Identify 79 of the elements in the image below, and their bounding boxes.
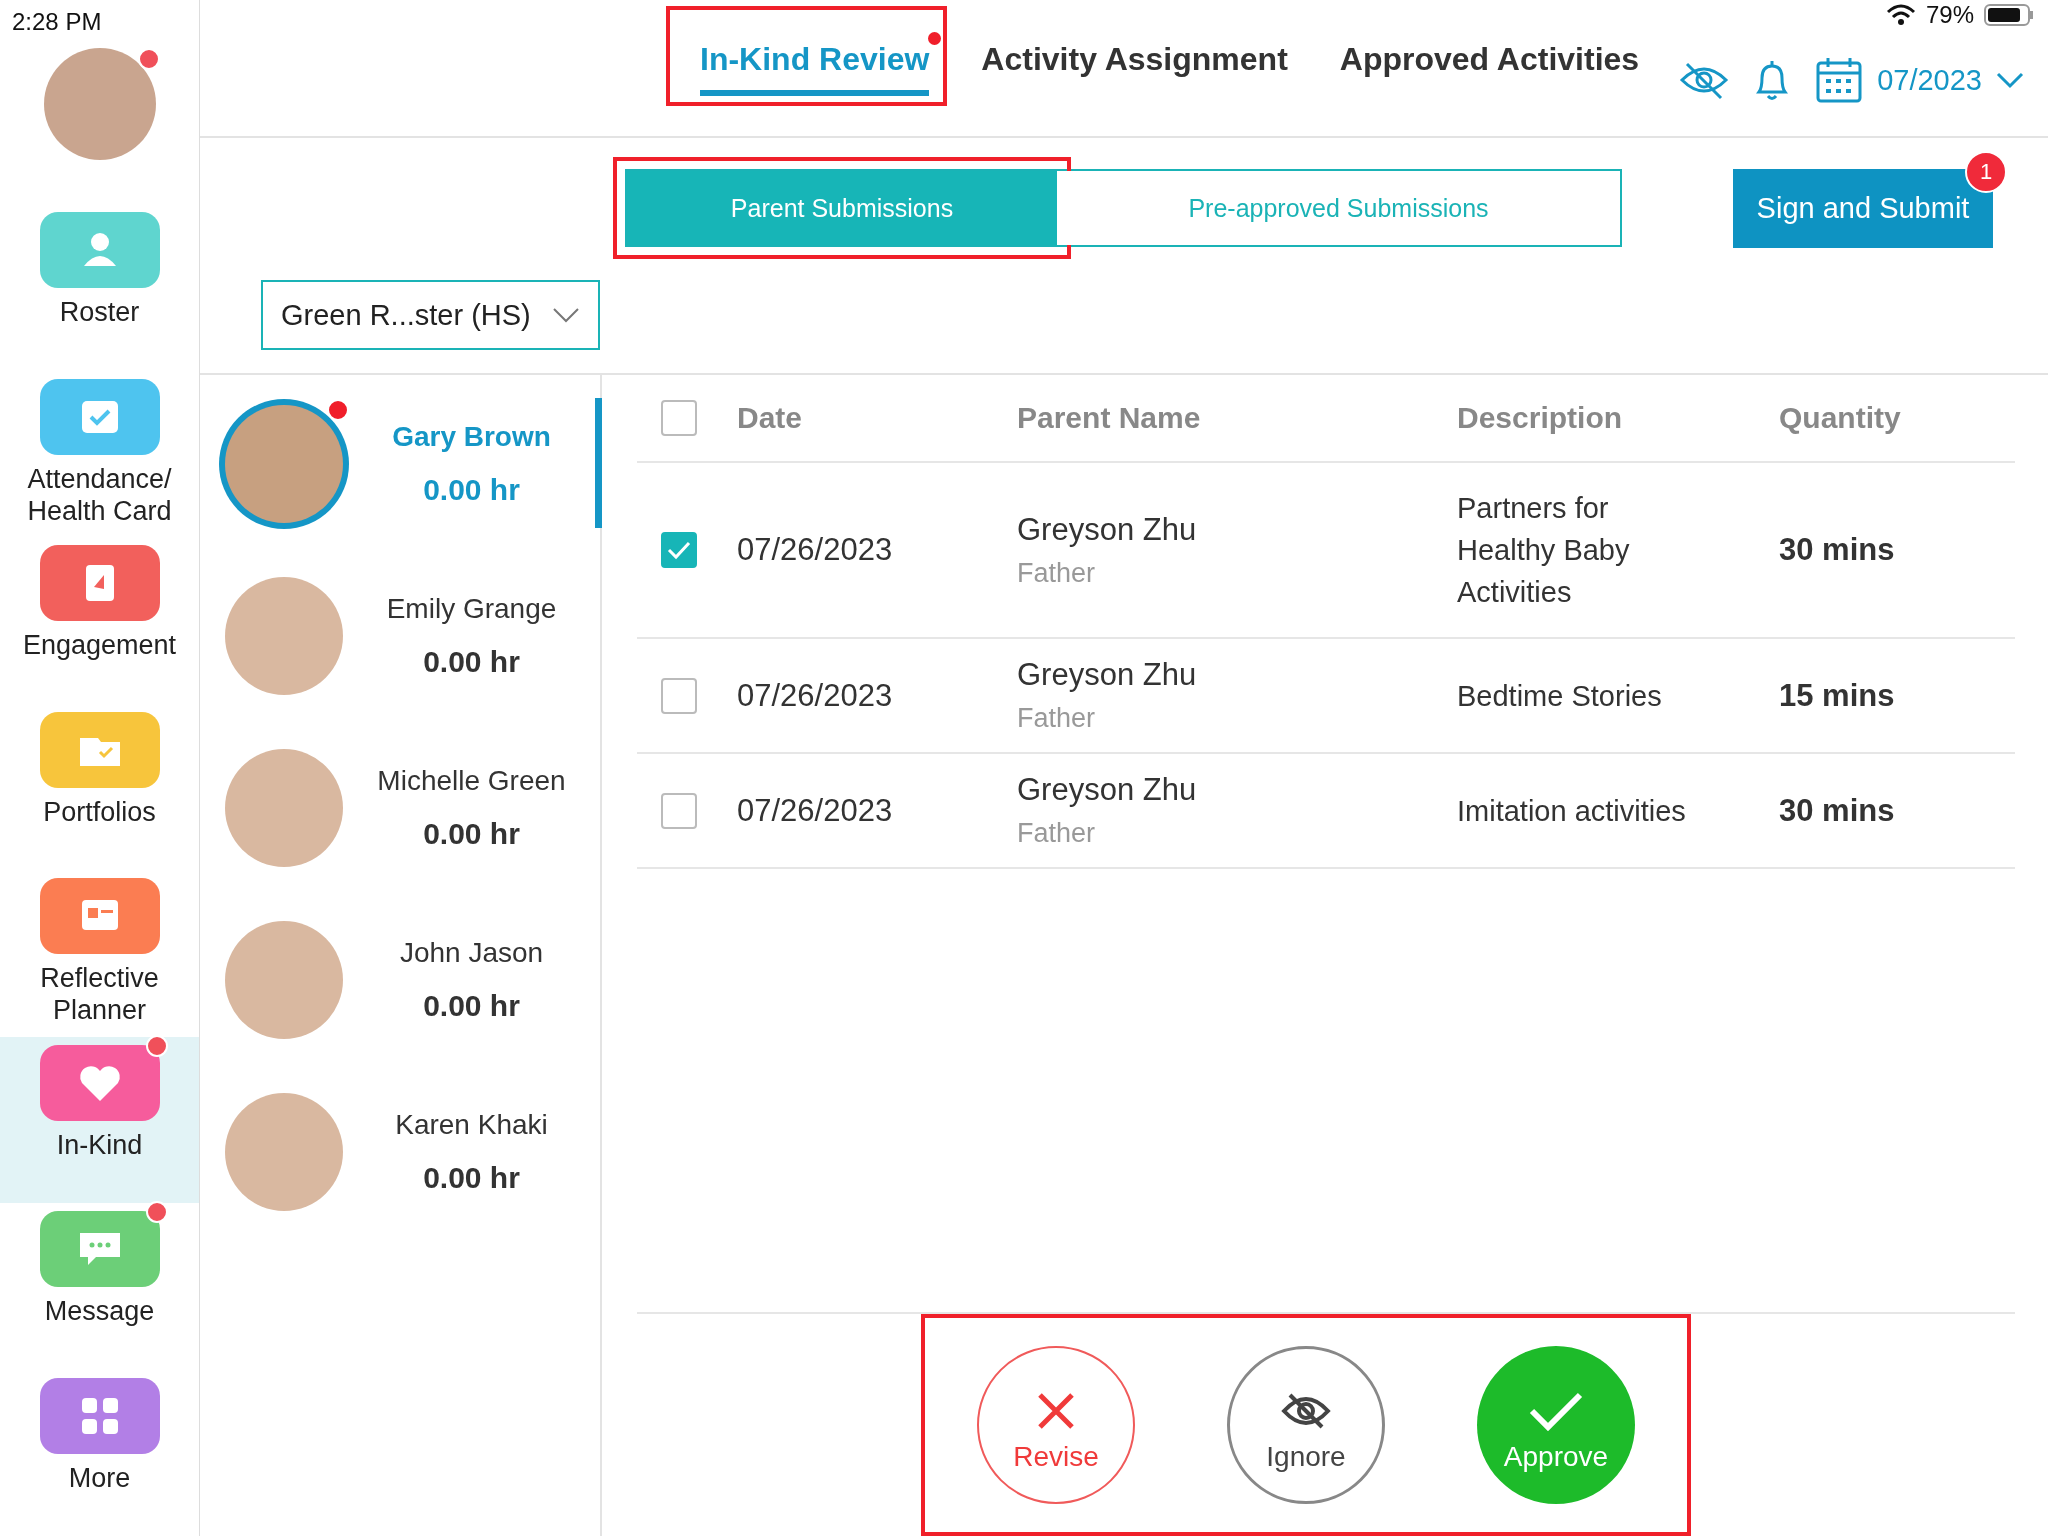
chevron-down-icon (552, 307, 580, 323)
parent-name: Greyson Zhu (1017, 511, 1198, 548)
student-item[interactable]: Karen Khaki 0.00 hr (200, 1066, 600, 1238)
status-time: 2:28 PM (11, 7, 102, 36)
close-icon (1036, 1391, 1076, 1431)
column-header: Description (1457, 401, 1624, 435)
chevron-down-icon[interactable] (1996, 71, 2024, 89)
sidebar-label: Portfolios (43, 795, 156, 828)
sidebar-label: Message (44, 1295, 155, 1327)
parent-relation: Father (1017, 557, 1097, 589)
student-name: Michelle Green (377, 765, 566, 797)
sidebar-item[interactable]: Attendance/ Health Card (0, 370, 199, 537)
date-cell-text: 07/26/2023 (737, 677, 894, 714)
parent-name: Greyson Zhu (1017, 657, 1198, 693)
parent-relation: Father (1017, 703, 1097, 734)
message-app-icon (39, 1211, 160, 1287)
roster-app-icon (39, 212, 160, 288)
sidebar-item[interactable]: Portfolios (0, 703, 199, 870)
sidebar-label: Roster (59, 296, 140, 328)
student-hours: 0.00 hr (423, 1161, 520, 1195)
check-icon (1528, 1391, 1584, 1431)
planner-app-icon (39, 878, 160, 954)
quantity-cell-text: 15 mins (1779, 677, 1896, 714)
inkind-app-icon (39, 1044, 160, 1121)
count-badge: 1 (1965, 150, 2007, 193)
attendance-app-icon (39, 378, 160, 455)
nav-tab[interactable]: Activity Assignment (981, 10, 1288, 96)
date-cell-text: 07/26/2023 (737, 532, 894, 568)
revise-button[interactable]: Revise (977, 1346, 1135, 1504)
battery-icon (1984, 3, 2034, 27)
student-item[interactable]: Emily Grange 0.00 hr (200, 550, 600, 722)
eye-slash-icon (1280, 1391, 1332, 1431)
description-cell-text: Bedtime Stories (1457, 678, 1663, 714)
engagement-app-icon (39, 545, 160, 621)
quantity-cell-text: 30 mins (1779, 792, 1896, 829)
column-header: Date (737, 401, 804, 435)
eye-slash-icon[interactable] (1679, 60, 1730, 100)
column-header: Parent Name (1017, 401, 1202, 435)
checkbox[interactable] (661, 792, 697, 829)
sidebar-item[interactable]: Roster (0, 204, 199, 371)
student-item[interactable]: John Jason 0.00 hr (200, 894, 600, 1066)
student-name: Karen Khaki (395, 1109, 548, 1141)
student-hours: 0.00 hr (423, 817, 520, 851)
sidebar-item[interactable]: Reflective Planner (0, 870, 199, 1037)
more-app-icon (39, 1377, 160, 1454)
sidebar-label: More (68, 1461, 131, 1494)
battery-percent: 79% (1925, 1, 1974, 29)
checkbox[interactable] (661, 400, 697, 436)
ignore-button[interactable]: Ignore (1227, 1346, 1385, 1504)
description-cell-text: Imitation activities (1457, 793, 1687, 829)
nav-tab[interactable]: Approved Activities (1339, 10, 1640, 96)
sidebar-item[interactable]: Engagement (0, 537, 199, 704)
portfolios-app-icon (39, 711, 160, 788)
student-hours: 0.00 hr (423, 645, 520, 679)
checkbox[interactable] (661, 532, 697, 568)
class-dropdown[interactable]: Green R...ster (HS) (261, 280, 600, 350)
sidebar-label: Engagement (22, 629, 177, 661)
calendar-icon[interactable] (1815, 56, 1864, 104)
student-name: John Jason (399, 937, 544, 969)
student-name: Gary Brown (392, 421, 551, 453)
student-name: Emily Grange (386, 593, 557, 625)
student-hours: 0.00 hr (423, 989, 520, 1023)
sidebar-label: Attendance/ Health Card (27, 462, 172, 527)
check-icon (667, 540, 691, 560)
sidebar-item[interactable]: More (0, 1369, 199, 1536)
description-cell-text: Partners for Healthy Baby Activities (1457, 491, 1631, 610)
checkbox[interactable] (661, 677, 697, 714)
sidebar-item[interactable]: Message (0, 1203, 199, 1370)
parent-relation: Father (1017, 818, 1097, 849)
date-cell-text: 07/26/2023 (737, 792, 894, 829)
student-item[interactable]: Michelle Green 0.00 hr (200, 722, 600, 894)
student-hours: 0.00 hr (423, 473, 520, 507)
sidebar-label: Reflective Planner (40, 962, 159, 1026)
wifi-icon (1885, 4, 1916, 26)
sidebar-label: In-Kind (56, 1128, 143, 1161)
parent-name: Greyson Zhu (1017, 772, 1198, 808)
sidebar-item[interactable]: In-Kind (0, 1036, 199, 1203)
column-header: Quantity (1779, 401, 1902, 435)
quantity-cell-text: 30 mins (1779, 532, 1896, 568)
